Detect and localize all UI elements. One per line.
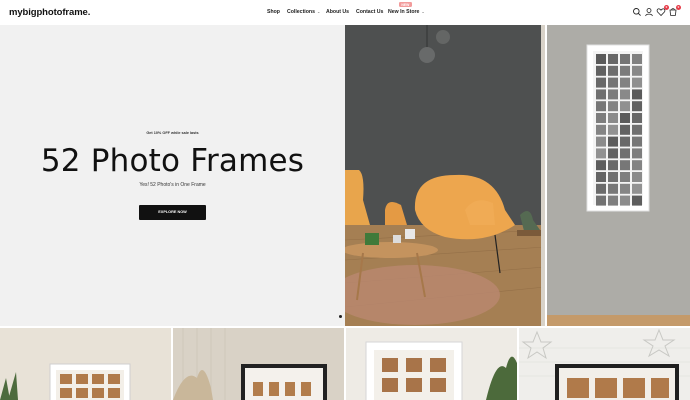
grid-photo: [596, 101, 606, 112]
grid-photo: [620, 77, 630, 88]
grid-photo: [620, 101, 630, 112]
cart-count: 0: [676, 5, 681, 10]
nav-shop[interactable]: Shop: [267, 9, 280, 15]
product-tile-4[interactable]: [519, 328, 690, 400]
grid-photo: [596, 77, 606, 88]
grid-photo: [608, 160, 618, 171]
chevron-down-icon: ⌄: [316, 9, 321, 14]
new-badge: NEW: [399, 2, 412, 8]
grid-photo: [608, 113, 618, 123]
nav-about-us[interactable]: About Us: [326, 9, 349, 15]
grid-photo: [632, 195, 642, 206]
grid-photo: [596, 183, 606, 194]
grid-photo: [608, 65, 618, 76]
grid-photo: [632, 113, 642, 123]
grid-photo: [608, 136, 618, 147]
search-icon[interactable]: [632, 7, 642, 17]
grid-photo: [608, 195, 618, 206]
hero-title: 52 Photo Frames: [40, 143, 305, 179]
grid-photo: [596, 195, 606, 206]
grid-photo: [608, 172, 618, 182]
grid-photo: [620, 148, 630, 159]
grid-photo: [620, 113, 630, 123]
grid-photo: [596, 124, 606, 135]
explore-now-button[interactable]: EXPLORE NOW: [139, 205, 206, 220]
hero-wall-frame-image: [547, 25, 690, 326]
grid-photo: [632, 101, 642, 112]
account-icon[interactable]: [644, 7, 654, 17]
grid-photo: [632, 183, 642, 194]
hero-promo-text: Get 10% OFF while sale lasts: [146, 131, 199, 135]
grid-photo: [620, 195, 630, 206]
grid-photo: [620, 160, 630, 171]
hero-subtitle: Yes! 52 Photo's in One Frame: [139, 182, 206, 188]
nav-new-in-store[interactable]: NEW New In Store ⌄: [388, 2, 425, 15]
grid-photo: [596, 172, 606, 182]
nav-contact-us[interactable]: Contact Us: [356, 9, 383, 15]
grid-photo: [620, 65, 630, 76]
site-logo[interactable]: mybigphotoframe.: [9, 7, 90, 18]
grid-photo: [632, 160, 642, 171]
grid-photo: [596, 136, 606, 147]
grid-photo: [608, 124, 618, 135]
grid-photo: [632, 172, 642, 182]
grid-photo: [632, 148, 642, 159]
hero-banner: Get 10% OFF while sale lasts 52 Photo Fr…: [0, 25, 345, 326]
grid-photo: [620, 124, 630, 135]
grid-photo: [632, 77, 642, 88]
grid-photo: [632, 136, 642, 147]
grid-photo: [608, 77, 618, 88]
nav-shop-label: Shop: [267, 9, 280, 15]
wishlist-icon[interactable]: 0: [656, 5, 669, 17]
grid-photo: [608, 183, 618, 194]
header-icons: 0 0: [632, 5, 682, 18]
grid-photo: [620, 54, 630, 64]
nav-collections[interactable]: Collections ⌄: [287, 9, 320, 15]
slider-dot[interactable]: [339, 315, 342, 318]
nav-new-in-store-label: New In Store: [388, 9, 420, 15]
site-header: mybigphotoframe. Shop Collections ⌄ About…: [0, 0, 690, 25]
grid-photo: [608, 148, 618, 159]
grid-photo: [620, 183, 630, 194]
grid-photo: [608, 101, 618, 112]
grid-photo: [608, 89, 618, 100]
hero-room-image: [345, 25, 545, 326]
nav-collections-label: Collections: [287, 9, 315, 15]
grid-photo: [596, 113, 606, 123]
grid-photo: [620, 89, 630, 100]
grid-photo: [632, 89, 642, 100]
grid-photo: [608, 54, 618, 64]
grid-photo: [632, 124, 642, 135]
grid-photo: [596, 65, 606, 76]
product-tile-1[interactable]: [0, 328, 171, 400]
nav-contact-us-label: Contact Us: [356, 9, 384, 15]
grid-photo: [596, 54, 606, 64]
grid-photo: [596, 160, 606, 171]
grid-photo: [620, 172, 630, 182]
chevron-down-icon: ⌄: [421, 9, 425, 14]
grid-photo: [620, 136, 630, 147]
grid-photo: [632, 54, 642, 64]
product-tile-3[interactable]: [346, 328, 517, 400]
grid-photo: [596, 89, 606, 100]
grid-photo: [632, 65, 642, 76]
nav-about-us-label: About Us: [326, 9, 350, 15]
product-tile-2[interactable]: [173, 328, 344, 400]
grid-photo: [596, 148, 606, 159]
cart-icon[interactable]: 0: [668, 5, 681, 17]
